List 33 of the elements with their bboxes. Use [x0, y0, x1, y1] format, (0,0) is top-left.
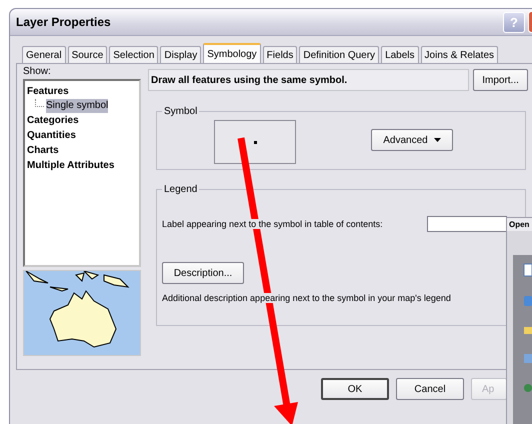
list-item[interactable]: Multiple Attributes — [27, 158, 114, 173]
symbol-button[interactable] — [214, 120, 296, 164]
tab[interactable]: Symbology — [203, 43, 261, 63]
label-field[interactable] — [427, 216, 507, 232]
description-button[interactable]: Description... — [162, 262, 244, 284]
tab[interactable]: Selection — [109, 46, 158, 63]
group-title: Symbol — [163, 106, 198, 117]
tab[interactable]: Definition Query — [299, 46, 380, 63]
tab[interactable]: Fields — [262, 46, 298, 63]
tab[interactable]: General — [22, 46, 66, 63]
tab[interactable]: Labels — [381, 46, 419, 63]
list-item[interactable]: Quantities — [27, 128, 76, 143]
point-symbol-icon — [254, 140, 256, 144]
document-icon — [523, 263, 532, 277]
list-item[interactable]: Categories — [27, 113, 79, 128]
dialog-button[interactable]: Cancel — [396, 378, 464, 400]
list-item[interactable]: Features — [27, 84, 69, 99]
list-item[interactable]: Single symbol — [46, 99, 108, 113]
window-title: Open — [507, 218, 532, 231]
tab[interactable]: Display — [160, 46, 202, 63]
group-title: Legend — [163, 184, 198, 195]
renderer-description: Draw all features using the same symbol. — [148, 69, 470, 91]
advanced-button[interactable]: Advanced — [371, 129, 453, 151]
import-button[interactable]: Import... — [473, 69, 528, 91]
window-title: Layer Properties — [16, 15, 112, 29]
label-prompt: Label appearing next to the symbol in table of contents: — [162, 219, 383, 229]
dialog-button[interactable]: OK — [321, 378, 389, 400]
description-note: Additional description appearing next to the symbol in your map's legend — [162, 293, 451, 303]
caret-icon — [434, 138, 441, 142]
tab[interactable]: Source — [68, 46, 108, 63]
show-label: Show: — [23, 66, 52, 78]
tab[interactable]: Joins & Relates — [420, 46, 498, 63]
list-item[interactable]: Charts — [27, 143, 59, 158]
